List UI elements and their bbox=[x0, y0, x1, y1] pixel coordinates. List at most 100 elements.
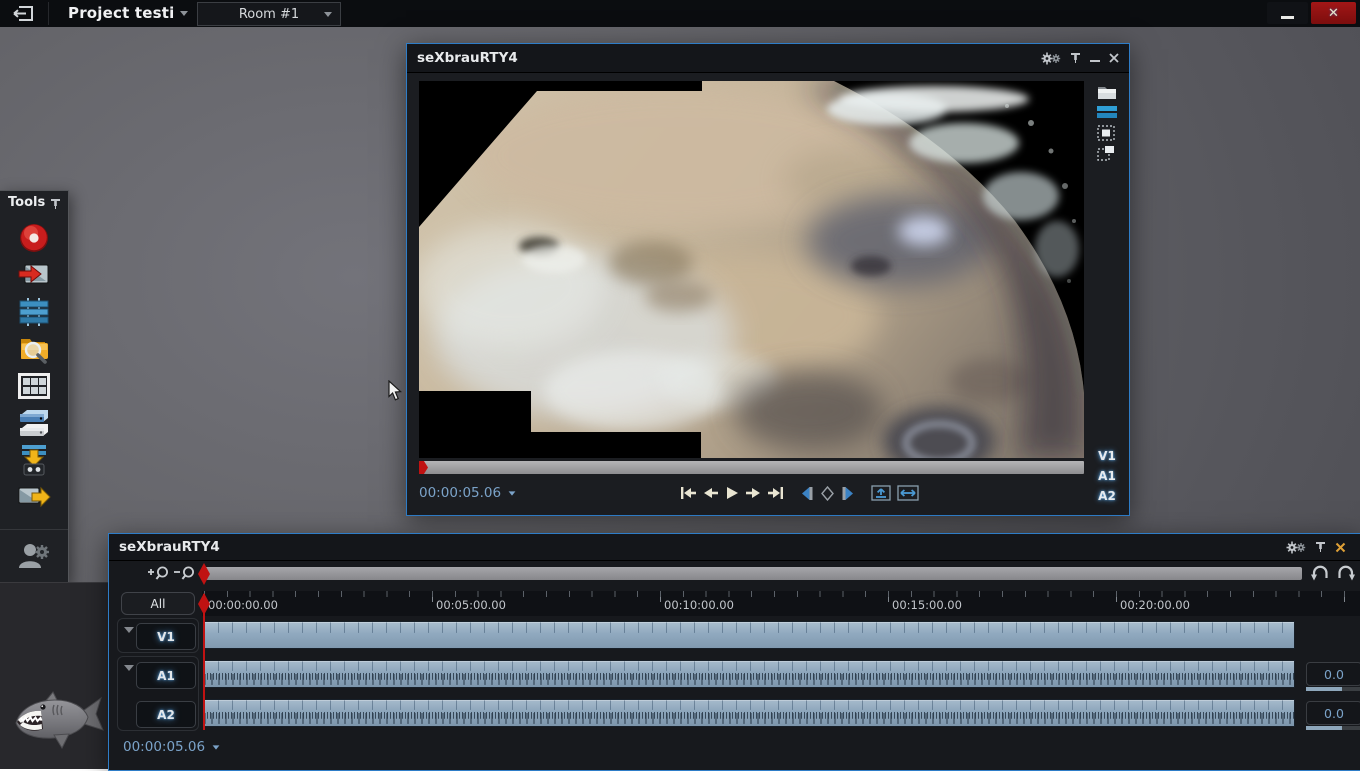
app-close-button[interactable]: ✕ bbox=[1311, 2, 1356, 24]
zoom-out-icon[interactable] bbox=[173, 565, 197, 583]
bins-icon bbox=[17, 372, 51, 400]
room-selector[interactable]: Room #1 bbox=[197, 2, 341, 26]
select-frame-icon[interactable] bbox=[1097, 125, 1115, 141]
insert-edit-button[interactable] bbox=[871, 485, 891, 501]
window-close-icon[interactable] bbox=[1109, 53, 1119, 63]
ruler-label: 00:10:00.00 bbox=[664, 598, 734, 612]
mark-point-button[interactable] bbox=[821, 486, 834, 501]
tools-panel: Tools bbox=[0, 190, 69, 584]
a2-level-slider[interactable] bbox=[1306, 726, 1360, 730]
step-back-button[interactable] bbox=[703, 486, 719, 500]
timeline-tool-button[interactable] bbox=[16, 293, 52, 330]
timeline-edit-icon bbox=[18, 297, 50, 327]
track-header-a1[interactable]: A1 bbox=[136, 662, 196, 689]
window-close-icon[interactable] bbox=[1335, 542, 1346, 553]
scrub-position-marker[interactable] bbox=[419, 461, 428, 474]
pin-icon[interactable] bbox=[50, 198, 61, 210]
all-tracks-label: All bbox=[151, 597, 166, 611]
window-minimize-icon[interactable] bbox=[1090, 54, 1100, 62]
play-button[interactable] bbox=[725, 486, 739, 500]
viewer-timecode-value: 00:00:05.06 bbox=[419, 485, 501, 501]
import-tool-button[interactable] bbox=[16, 256, 52, 293]
a1-level-value[interactable]: 0.0 bbox=[1306, 662, 1360, 686]
mark-in-button[interactable] bbox=[800, 486, 815, 501]
user-setup-button[interactable] bbox=[16, 539, 52, 573]
track-disclosure-arrow-icon[interactable] bbox=[124, 627, 134, 633]
record-icon bbox=[18, 222, 50, 254]
settings-gears-icon[interactable] bbox=[1041, 52, 1061, 65]
timeline-overview-row bbox=[109, 563, 1360, 587]
room-selector-label: Room #1 bbox=[239, 7, 299, 22]
fit-to-width-button[interactable] bbox=[897, 485, 919, 501]
project-dropdown-arrow-icon[interactable] bbox=[180, 11, 188, 16]
project-selector-label[interactable]: Project testi bbox=[68, 4, 174, 22]
track-header-v1[interactable]: V1 bbox=[136, 623, 196, 650]
shark-mascot-icon bbox=[10, 691, 106, 749]
timeline-playhead[interactable] bbox=[203, 594, 205, 730]
drives-tool-button[interactable] bbox=[16, 404, 52, 441]
export-to-tape-icon bbox=[18, 444, 50, 476]
video-track-group: V1 bbox=[117, 618, 199, 653]
viewer-scrub-bar[interactable] bbox=[419, 461, 1084, 474]
timeline-overview-scrollbar[interactable] bbox=[202, 567, 1302, 580]
viewer-transport-bar: 00:00:05.06 bbox=[419, 480, 1119, 506]
app-minimize-button[interactable] bbox=[1267, 2, 1308, 24]
export-tool-button[interactable] bbox=[16, 478, 52, 515]
tools-panel-title: Tools bbox=[8, 195, 45, 210]
timeline-bars-icon[interactable] bbox=[1097, 105, 1117, 119]
viewer-track-v1-label[interactable]: V1 bbox=[1093, 449, 1121, 463]
ruler-label: 00:15:00.00 bbox=[892, 598, 962, 612]
settings-gears-icon[interactable] bbox=[1286, 541, 1306, 554]
pin-icon[interactable] bbox=[1070, 52, 1081, 64]
all-tracks-button[interactable]: All bbox=[121, 592, 195, 615]
bins-tool-button[interactable] bbox=[16, 367, 52, 404]
audio-clip-a1[interactable] bbox=[203, 660, 1295, 688]
pin-icon[interactable] bbox=[1315, 541, 1326, 553]
export-to-tape-tool-button[interactable] bbox=[16, 441, 52, 478]
redo-icon[interactable] bbox=[1336, 564, 1355, 581]
undo-icon[interactable] bbox=[1311, 564, 1330, 581]
mark-out-button[interactable] bbox=[840, 486, 855, 501]
track-v1-label: V1 bbox=[157, 630, 175, 644]
ruler-label: 00:20:00.00 bbox=[1120, 598, 1190, 612]
go-to-start-button[interactable] bbox=[680, 486, 697, 500]
timeline-ruler-row: All 00:00:00.00 00:05:00.00 00:10:00.00 … bbox=[109, 591, 1360, 616]
exit-project-button[interactable] bbox=[4, 3, 42, 24]
drives-icon bbox=[17, 408, 51, 438]
viewer-titlebar[interactable]: seXbrauRTY4 bbox=[407, 44, 1129, 73]
video-preview[interactable] bbox=[419, 81, 1084, 458]
minimize-icon bbox=[1281, 16, 1294, 19]
viewer-timecode[interactable]: 00:00:05.06 bbox=[419, 485, 516, 501]
io-moon-frame bbox=[419, 81, 1084, 458]
timecode-dropdown-arrow-icon bbox=[509, 491, 516, 495]
track-disclosure-arrow-icon[interactable] bbox=[124, 665, 134, 671]
a2-level-text: 0.0 bbox=[1324, 706, 1344, 721]
search-bin-icon bbox=[18, 334, 50, 364]
top-bar: Project testi Room #1 ✕ bbox=[0, 0, 1360, 27]
timeline-ruler[interactable]: 00:00:00.00 00:05:00.00 00:10:00.00 00:1… bbox=[202, 591, 1360, 616]
room-dropdown-arrow-icon bbox=[324, 12, 332, 17]
zoom-in-icon[interactable] bbox=[147, 565, 171, 583]
a2-level-value[interactable]: 0.0 bbox=[1306, 701, 1360, 725]
audio-clip-a2[interactable] bbox=[203, 699, 1295, 727]
folder-icon[interactable] bbox=[1097, 84, 1117, 100]
track-header-a2[interactable]: A2 bbox=[136, 701, 196, 728]
ruler-label: 00:00:00.00 bbox=[208, 598, 278, 612]
track-a2-label: A2 bbox=[157, 708, 175, 722]
record-tool-button[interactable] bbox=[16, 219, 52, 256]
export-icon bbox=[17, 483, 51, 511]
select-region-icon[interactable] bbox=[1097, 145, 1115, 161]
timeline-window: seXbrauRTY4 bbox=[108, 533, 1360, 771]
lightworks-desktop: Project testi Room #1 ✕ Tools bbox=[0, 0, 1360, 768]
track-a1-label: A1 bbox=[157, 669, 175, 683]
user-gear-icon bbox=[18, 542, 50, 570]
search-tool-button[interactable] bbox=[16, 330, 52, 367]
video-clip-v1[interactable] bbox=[203, 621, 1295, 649]
go-to-end-button[interactable] bbox=[767, 486, 784, 500]
timeline-titlebar[interactable]: seXbrauRTY4 bbox=[109, 534, 1360, 561]
step-forward-button[interactable] bbox=[745, 486, 761, 500]
timeline-timecode[interactable]: 00:00:05.06 bbox=[123, 739, 220, 755]
viewer-window: seXbrauRTY4 bbox=[406, 43, 1130, 516]
a1-level-slider[interactable] bbox=[1306, 687, 1360, 691]
viewer-side-strip: V1 A1 A2 bbox=[1091, 81, 1125, 458]
